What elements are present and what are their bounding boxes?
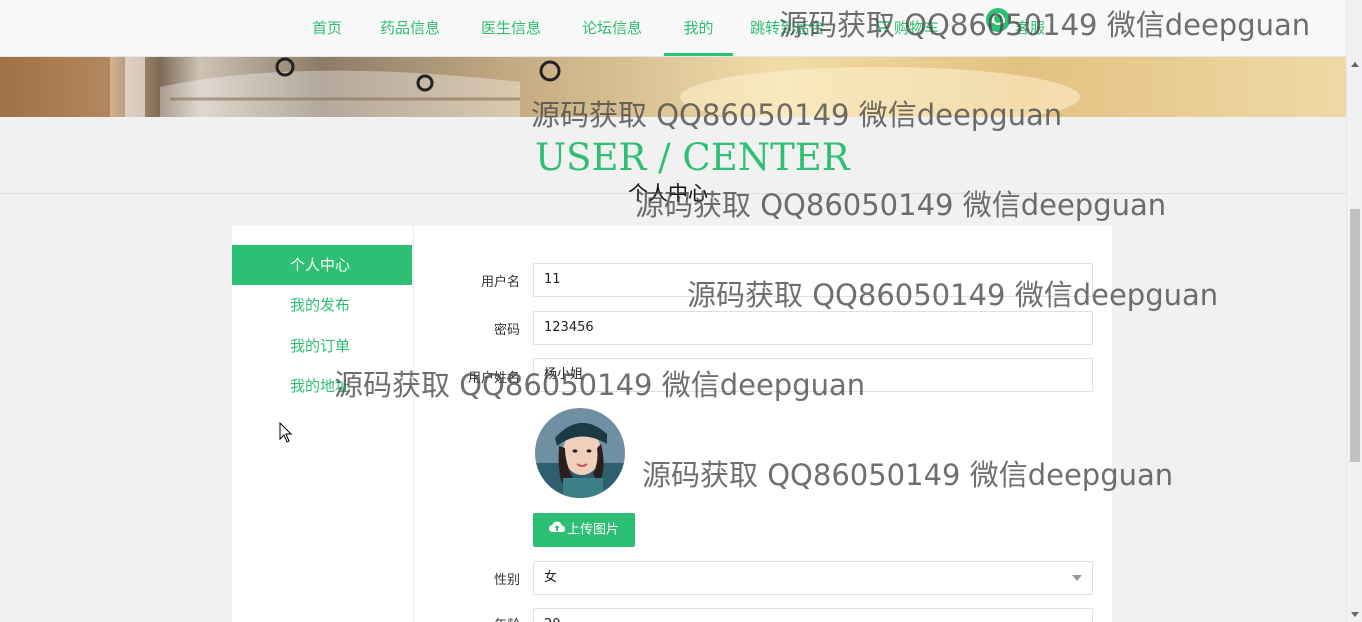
avatar [535, 408, 625, 498]
nav-doctor-info[interactable]: 医生信息 [481, 0, 541, 57]
sidebar-item-my-orders[interactable]: 我的订单 [232, 326, 412, 366]
password-label: 密码 [493, 323, 520, 338]
nav-customer-service[interactable]: 客服 [985, 0, 1045, 57]
password-field[interactable]: 123456 [533, 311, 1093, 345]
realname-label: 用户姓名 [467, 371, 520, 386]
top-navigation: 首页 药品信息 医生信息 论坛信息 我的 跳转到后台 购物车 客服 [0, 0, 1346, 57]
upload-image-button[interactable]: 上传图片 [533, 513, 635, 547]
nav-goto-admin[interactable]: 跳转到后台 [750, 0, 825, 57]
sidebar-item-user-center[interactable]: 个人中心 [232, 245, 412, 285]
cart-icon [874, 0, 891, 57]
realname-field[interactable]: 杨小姐 [533, 358, 1093, 392]
username-field[interactable]: 11 [533, 263, 1093, 297]
nav-home[interactable]: 首页 [312, 0, 342, 57]
sidebar: 个人中心 我的发布 我的订单 我的地址 [232, 226, 414, 622]
banner-image [0, 57, 1346, 117]
scroll-down-arrow-icon[interactable] [1351, 612, 1359, 617]
username-label: 用户名 [480, 275, 520, 290]
nav-medicine-info[interactable]: 药品信息 [380, 0, 440, 57]
nav-cart-label: 购物车 [894, 19, 940, 37]
age-field[interactable]: 20 [533, 608, 1093, 622]
nav-forum-info[interactable]: 论坛信息 [582, 0, 642, 57]
sidebar-item-my-address[interactable]: 我的地址 [232, 366, 412, 406]
nav-cart[interactable]: 购物车 [874, 0, 939, 57]
nav-service-label: 客服 [1015, 19, 1046, 37]
cloud-upload-icon [548, 513, 565, 547]
nav-mine[interactable]: 我的 [664, 0, 733, 56]
scroll-up-arrow-icon[interactable] [1351, 62, 1359, 67]
page-title: 个人中心 [628, 181, 708, 205]
watermark: 源码获取 QQ86050149 微信deepguan [635, 188, 1167, 222]
gender-selected-value: 女 [544, 570, 558, 585]
page-scrollbar[interactable] [1346, 0, 1362, 622]
age-label: 年龄 [400, 614, 520, 622]
sidebar-item-my-posts[interactable]: 我的发布 [232, 285, 412, 325]
mouse-cursor-icon [279, 421, 293, 448]
chevron-down-icon [1072, 575, 1082, 581]
upload-button-label: 上传图片 [566, 522, 619, 538]
gender-label: 性别 [493, 573, 520, 588]
gender-select[interactable]: 女 [533, 561, 1093, 595]
service-icon [985, 0, 1011, 57]
page-title-en: USER / CENTER [535, 136, 850, 179]
scrollbar-thumb[interactable] [1350, 209, 1360, 462]
